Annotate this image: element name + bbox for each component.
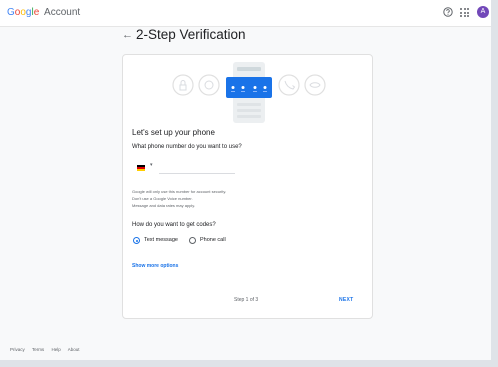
germany-flag-icon[interactable] — [137, 165, 145, 171]
back-arrow-icon[interactable]: ← — [122, 29, 133, 41]
phone-question: What phone number do you want to use? — [132, 144, 242, 150]
logo-letter: e — [33, 7, 40, 18]
google-account-logo[interactable]: Google Account — [7, 7, 80, 18]
fine-print-line: Message and data rates may apply. — [132, 203, 196, 208]
footer-link-about[interactable]: About — [68, 347, 80, 352]
footer-links: Privacy Terms Help About — [10, 347, 86, 352]
logo-letter: G — [7, 7, 15, 18]
fine-print: Google will only use this number for acc… — [132, 188, 226, 209]
footer-link-privacy[interactable]: Privacy — [10, 347, 25, 352]
phone-field-underline[interactable] — [159, 173, 235, 174]
fine-print-line: Don't use a Google Voice number. — [132, 196, 193, 201]
apps-grid-icon[interactable] — [460, 8, 469, 17]
fine-print-line: Google will only use this number for acc… — [132, 189, 227, 194]
text-message-label[interactable]: Text message — [144, 237, 178, 243]
help-icon[interactable] — [443, 7, 453, 17]
show-more-options-link[interactable]: Show more options — [132, 263, 178, 269]
setup-card: Let's set up your phone What phone numbe… — [122, 54, 373, 319]
page-title: 2-Step Verification — [136, 27, 246, 42]
avatar[interactable]: A — [477, 6, 489, 18]
step-indicator: Step 1 of 3 — [234, 297, 259, 303]
phone-call-radio[interactable] — [189, 237, 196, 244]
chevron-down-icon[interactable]: ▾ — [150, 162, 153, 168]
account-label: Account — [44, 7, 81, 18]
verification-illustration — [172, 62, 326, 123]
text-message-radio[interactable] — [133, 237, 140, 244]
footer-link-help[interactable]: Help — [51, 347, 60, 352]
top-bar: Google Account A — [0, 0, 491, 27]
footer-link-terms[interactable]: Terms — [32, 347, 44, 352]
setup-heading: Let's set up your phone — [132, 128, 215, 137]
phone-call-label[interactable]: Phone call — [200, 237, 226, 243]
page: Google Account A ← 2-Step Verification L… — [0, 0, 491, 360]
phone-number-input[interactable]: ▾ — [132, 161, 235, 175]
next-button[interactable]: NEXT — [339, 297, 354, 303]
codes-question: How do you want to get codes? — [132, 222, 216, 228]
